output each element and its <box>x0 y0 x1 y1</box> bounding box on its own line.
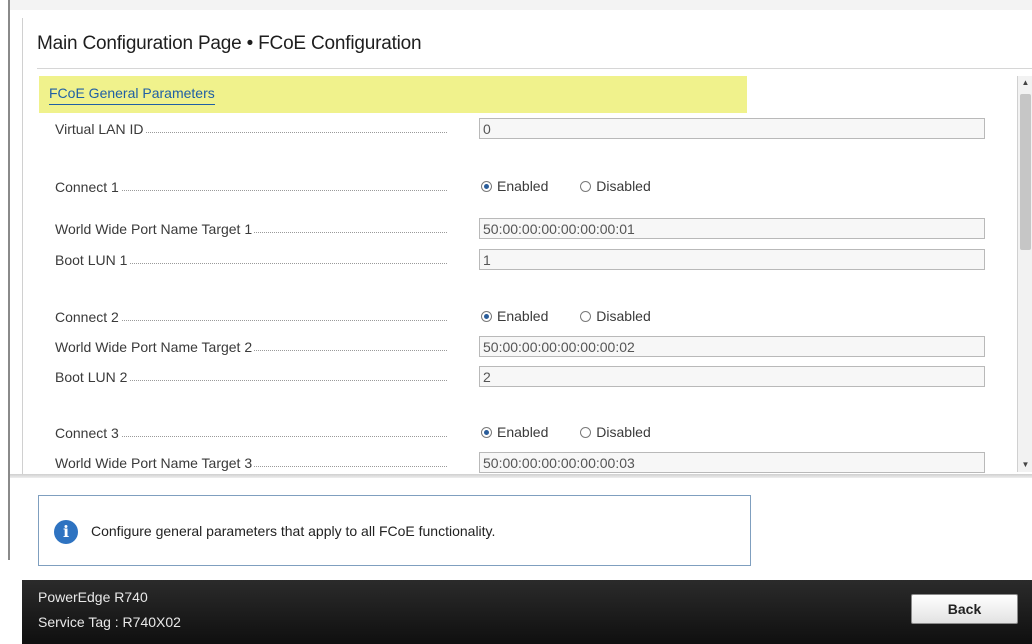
wwpn-target-2-input[interactable] <box>479 336 985 357</box>
radio-label: Enabled <box>497 178 549 194</box>
field-label: World Wide Port Name Target 1 <box>55 221 447 237</box>
info-icon: i <box>54 520 78 544</box>
top-strip <box>10 0 1032 10</box>
connect-1-enabled-radio[interactable]: Enabled <box>481 178 548 194</box>
back-button[interactable]: Back <box>911 594 1018 624</box>
connect-3-label: Connect 3 <box>55 425 121 441</box>
scroll-thumb[interactable] <box>1020 94 1031 250</box>
form-content: FCoE General Parameters Virtual LAN ID C… <box>23 72 1017 474</box>
footer-bar: PowerEdge R740 Service Tag : R740X02 Bac… <box>22 580 1032 644</box>
radio-selected-icon <box>481 180 492 192</box>
service-tag: Service Tag : R740X02 <box>38 614 181 630</box>
scroll-up-icon[interactable]: ▲ <box>1018 76 1032 90</box>
boot-lun-1-input[interactable] <box>479 249 985 270</box>
wwpn-target-3-input[interactable] <box>479 452 985 473</box>
connect-1-label: Connect 1 <box>55 179 121 195</box>
connect-3-disabled-radio[interactable]: Disabled <box>580 424 651 440</box>
main-panel: Main Configuration Page • FCoE Configura… <box>22 18 1032 474</box>
field-label: Boot LUN 1 <box>55 252 447 268</box>
connect-2-disabled-radio[interactable]: Disabled <box>580 308 651 324</box>
radio-selected-icon <box>481 310 492 322</box>
panel-bottom-shadow <box>10 474 1032 478</box>
field-label: World Wide Port Name Target 2 <box>55 339 447 355</box>
scroll-down-icon[interactable]: ▼ <box>1018 458 1032 472</box>
radio-label: Enabled <box>497 308 549 324</box>
connect-3-enabled-radio[interactable]: Enabled <box>481 424 548 440</box>
form-row-connect-2: Connect 2 Enabled Disabled <box>55 306 985 328</box>
connect-1-radio-group: Enabled Disabled <box>481 178 679 195</box>
field-label: Boot LUN 2 <box>55 369 447 385</box>
form-row-connect-3: Connect 3 Enabled Disabled <box>55 422 985 444</box>
field-label: Connect 3 <box>55 425 447 441</box>
help-text: Configure general parameters that apply … <box>91 523 496 539</box>
form-row-boot-lun-1: Boot LUN 1 <box>55 249 985 271</box>
section-link-fcoe-general[interactable]: FCoE General Parameters <box>49 85 215 105</box>
connect-2-radio-group: Enabled Disabled <box>481 308 679 325</box>
connect-2-enabled-radio[interactable]: Enabled <box>481 308 548 324</box>
radio-unselected-icon <box>580 180 592 192</box>
radio-unselected-icon <box>580 426 592 438</box>
form-row-wwpn-1: World Wide Port Name Target 1 <box>55 218 985 240</box>
boot-lun-2-input[interactable] <box>479 366 985 387</box>
boot-lun-1-label: Boot LUN 1 <box>55 252 130 268</box>
connect-1-disabled-radio[interactable]: Disabled <box>580 178 651 194</box>
radio-label: Disabled <box>596 178 651 194</box>
form-row-boot-lun-2: Boot LUN 2 <box>55 366 985 388</box>
radio-selected-icon <box>481 426 492 438</box>
wwpn-3-label: World Wide Port Name Target 3 <box>55 455 255 471</box>
form-row-connect-1: Connect 1 Enabled Disabled <box>55 176 985 198</box>
form-row-wwpn-3: World Wide Port Name Target 3 <box>55 452 985 474</box>
radio-label: Enabled <box>497 424 549 440</box>
connect-3-radio-group: Enabled Disabled <box>481 424 679 441</box>
connect-2-label: Connect 2 <box>55 309 121 325</box>
radio-label: Disabled <box>596 308 651 324</box>
vertical-scrollbar[interactable]: ▲ ▼ <box>1017 76 1032 472</box>
field-label: Connect 1 <box>55 179 447 195</box>
field-label: Connect 2 <box>55 309 447 325</box>
help-box: i Configure general parameters that appl… <box>38 495 751 566</box>
vlan-id-input[interactable] <box>479 118 985 139</box>
system-model: PowerEdge R740 <box>38 589 148 605</box>
field-label: Virtual LAN ID <box>55 121 447 137</box>
form-row-vlan: Virtual LAN ID <box>55 118 985 140</box>
wwpn-1-label: World Wide Port Name Target 1 <box>55 221 255 237</box>
vlan-label: Virtual LAN ID <box>55 121 146 137</box>
wwpn-2-label: World Wide Port Name Target 2 <box>55 339 255 355</box>
title-divider <box>37 68 1032 69</box>
form-row-wwpn-2: World Wide Port Name Target 2 <box>55 336 985 358</box>
wwpn-target-1-input[interactable] <box>479 218 985 239</box>
radio-unselected-icon <box>580 310 592 322</box>
field-label: World Wide Port Name Target 3 <box>55 455 447 471</box>
page-title: Main Configuration Page • FCoE Configura… <box>37 33 422 54</box>
radio-label: Disabled <box>596 424 651 440</box>
boot-lun-2-label: Boot LUN 2 <box>55 369 130 385</box>
